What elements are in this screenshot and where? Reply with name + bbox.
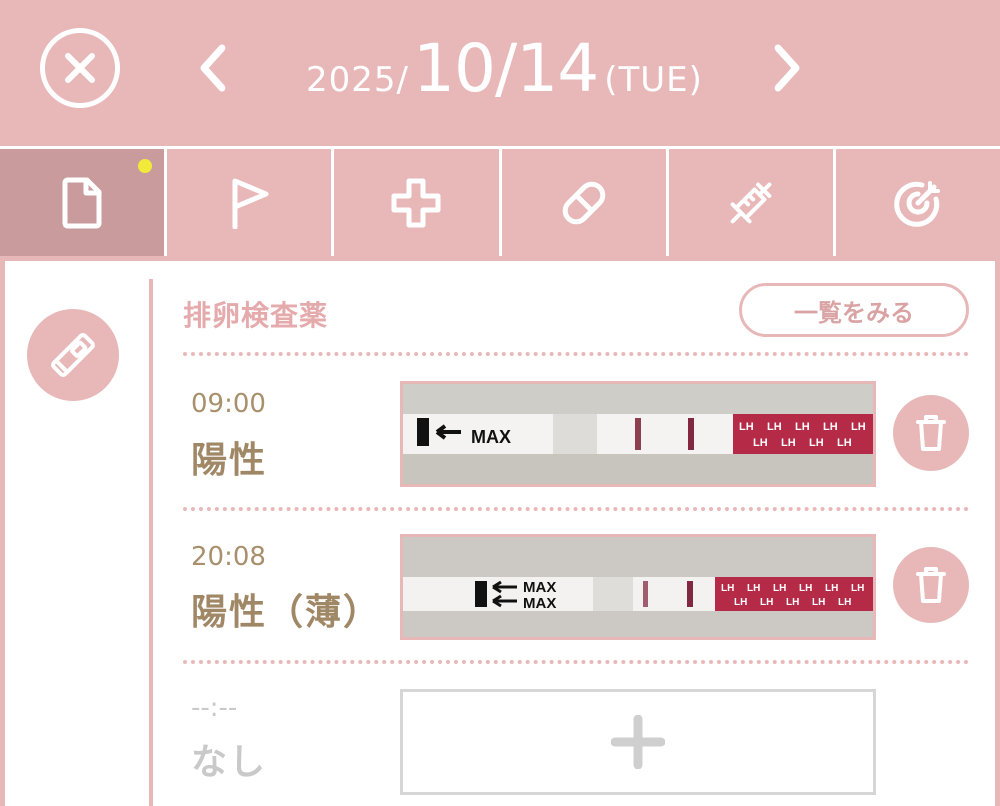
date-weekday: (TUE) (604, 60, 703, 100)
tab-event[interactable] (164, 149, 332, 256)
pill-icon (562, 181, 605, 224)
entry-result: 陽性（薄） (191, 592, 382, 633)
tab-goal[interactable] (832, 149, 1000, 256)
entry-time: 09:00 (191, 389, 266, 419)
entry-result: 陽性 (191, 440, 268, 481)
date-year: 2025/ (306, 60, 409, 100)
entry-time: 20:08 (191, 542, 266, 572)
plus-icon (611, 715, 665, 769)
strip-lh-label: LH (838, 597, 851, 608)
strip-lh-label: LH (851, 583, 864, 594)
trash-icon (916, 415, 946, 451)
chevron-left-icon (200, 44, 226, 92)
tab-injection[interactable] (665, 149, 833, 256)
strip-lh-label: LH (760, 597, 773, 608)
tab-medical[interactable] (331, 149, 499, 256)
divider (183, 352, 969, 356)
test-strip-icon (51, 333, 95, 377)
date-month-day: 10/14 (412, 30, 599, 107)
view-list-button[interactable]: 一覧をみる (739, 283, 969, 337)
strip-lh-label: LH (812, 597, 825, 608)
divider (183, 507, 969, 511)
prev-day-button[interactable] (188, 38, 238, 98)
strip-lh-label: LH (747, 583, 760, 594)
delete-entry-button[interactable] (893, 547, 969, 623)
strip-lh-label: LH (753, 437, 768, 449)
trash-icon (916, 567, 946, 603)
delete-entry-button[interactable] (893, 395, 969, 471)
syringe-icon (730, 182, 772, 223)
strip-lh-label: LH (786, 597, 799, 608)
app: 2025/ 10/14 (TUE) 排卵検査薬 一覧をみる 09:00 陽性 M… (0, 0, 1000, 806)
date-header: 2025/ 10/14 (TUE) (0, 0, 1000, 146)
ovulation-test-category-icon (27, 309, 119, 401)
test-strip-photo[interactable]: MAX MAX LH LH LH LH LH LH LH LH LH LH LH (400, 534, 876, 640)
strip-lh-label: LH (767, 421, 782, 433)
divider (183, 660, 969, 664)
strip-max-label: MAX (471, 427, 511, 447)
content-area: 排卵検査薬 一覧をみる 09:00 陽性 MAX LH LH LH LH LH … (0, 256, 1000, 806)
entry-result-empty: なし (191, 742, 268, 783)
document-icon (62, 177, 102, 228)
strip-lh-label: LH (837, 437, 852, 449)
category-tabs (0, 146, 1000, 256)
strip-lh-label: LH (734, 597, 747, 608)
strip-lh-label: LH (851, 421, 866, 433)
strip-lh-label: LH (823, 421, 838, 433)
target-icon (894, 180, 940, 227)
strip-lh-label: LH (799, 583, 812, 594)
ovulation-test-panel: 排卵検査薬 一覧をみる 09:00 陽性 MAX LH LH LH LH LH … (5, 261, 995, 806)
strip-lh-label: LH (781, 437, 796, 449)
close-button[interactable] (40, 28, 120, 108)
strip-lh-label: LH (739, 421, 754, 433)
entry-time-empty: --:-- (191, 693, 238, 723)
chevron-right-icon (774, 44, 800, 92)
category-column (5, 261, 150, 806)
flag-icon (232, 178, 269, 229)
add-photo-button[interactable] (400, 689, 876, 795)
notification-dot (138, 159, 153, 173)
column-divider (149, 279, 153, 806)
plus-cross-icon (391, 178, 441, 227)
section-title: 排卵検査薬 (183, 299, 329, 332)
current-date: 2025/ 10/14 (TUE) (306, 30, 703, 110)
strip-lh-label: LH (795, 421, 810, 433)
close-icon (65, 53, 95, 83)
tab-medicine[interactable] (498, 149, 666, 256)
strip-lh-label: LH (721, 583, 734, 594)
next-day-button[interactable] (762, 38, 812, 98)
strip-max-label: MAX (523, 579, 556, 596)
strip-max-label: MAX (523, 595, 556, 612)
strip-lh-label: LH (773, 583, 786, 594)
strip-lh-label: LH (825, 583, 838, 594)
tab-record[interactable] (0, 149, 165, 256)
test-strip-photo[interactable]: MAX LH LH LH LH LH LH LH LH LH (400, 381, 876, 487)
strip-lh-label: LH (809, 437, 824, 449)
